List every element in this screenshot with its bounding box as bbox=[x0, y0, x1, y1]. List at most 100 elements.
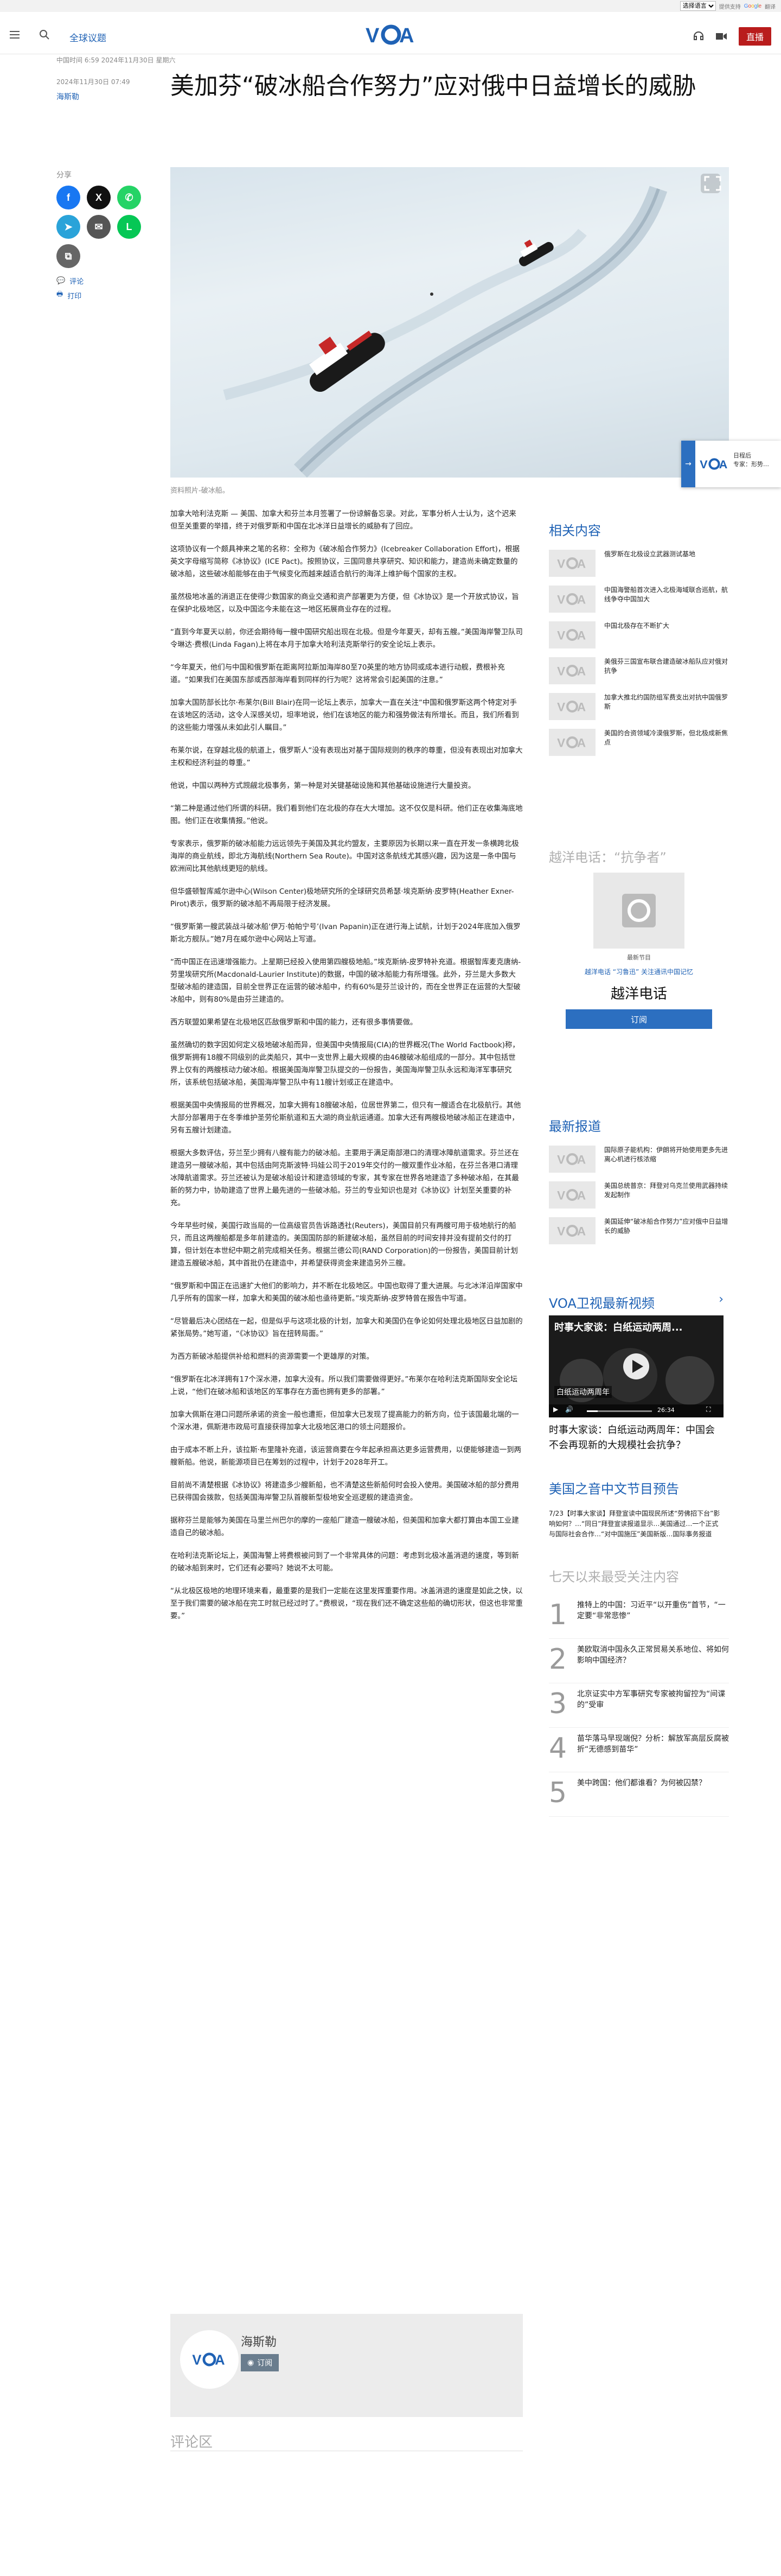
arrow-right-icon[interactable]: → bbox=[681, 441, 695, 487]
email-icon[interactable]: ✉ bbox=[87, 215, 111, 239]
play-icon[interactable]: ▶ bbox=[553, 1405, 558, 1413]
author-card-name[interactable]: 海斯勒 bbox=[241, 2332, 277, 2350]
language-select[interactable]: 选择语言 bbox=[680, 1, 716, 11]
program-box: 最新节目 越洋电话 “习鲁迅” 关注通讯中国记忆 越洋电话 订阅 bbox=[549, 873, 729, 1029]
author-avatar[interactable]: V A bbox=[180, 2330, 239, 2389]
svg-text:A: A bbox=[215, 2352, 225, 2367]
author-subscribe-button[interactable]: ◉ 订阅 bbox=[241, 2354, 279, 2371]
latest-item-text[interactable]: 美国总统普京：拜登对乌克兰使用武器持续发起制作 bbox=[604, 1181, 729, 1200]
video-icon[interactable] bbox=[715, 33, 727, 40]
program-subscribe-button[interactable]: 订阅 bbox=[566, 1009, 712, 1029]
svg-text:A: A bbox=[577, 664, 586, 677]
floating-live-card[interactable]: → VA 日程后 专家：形势… bbox=[681, 441, 781, 487]
article-paragraph: “从北极区极地的地理环境来看，最重要的是我们一定能在这里发挥重要作用。冰盖消退的… bbox=[170, 1587, 523, 1620]
author-link[interactable]: 海斯勒 bbox=[56, 91, 79, 102]
related-item-text[interactable]: 美国的合资领域冷漠俄罗斯，但北极成新焦点 bbox=[604, 729, 729, 747]
top-item-text[interactable]: 美中跨国：他们都谁看？为何被囚禁？ bbox=[577, 1778, 706, 1789]
related-item[interactable]: V A 中国北极存在不断扩大 bbox=[549, 621, 729, 657]
related-item-text[interactable]: 中国北极存在不断扩大 bbox=[604, 621, 669, 631]
google-logo: Google bbox=[744, 3, 761, 9]
related-item[interactable]: V A 美俄芬三国宣布联合建造破冰船队应对俄对抗争 bbox=[549, 657, 729, 693]
video-player[interactable]: 时事大家谈：白纸运动两周... 白纸运动两周年 26:34 ▶ 🔊 ⛶ bbox=[549, 1315, 724, 1417]
share-panel: 分享 f X ✆ ➤ ✉ L ⧉ 💬 评论 🖶 打印 bbox=[56, 169, 143, 301]
top-item-text[interactable]: 推特上的中国：习近平“以开重伤”首节，“一定要“非常悲惨” bbox=[577, 1600, 729, 1621]
publish-date: 2024年11月30日 07:49 bbox=[56, 78, 130, 86]
article-paragraph: 由于成本不断上升，该拉斯·布里隆补充道，该运营商要在今年起承担高达更多运营费用，… bbox=[170, 1446, 522, 1467]
thumbnail[interactable]: VA bbox=[549, 550, 596, 577]
top-item-text[interactable]: 美欧取消中国永久正常贸易关系地位、将如何影响中国经济？ bbox=[577, 1644, 729, 1666]
video-title[interactable]: 时事大家谈：白纸运动两周年：中国会不会再现新的大规模社会抗争？ bbox=[549, 1423, 724, 1453]
menu-icon[interactable] bbox=[10, 31, 20, 39]
thumbnail[interactable]: VA bbox=[549, 657, 596, 684]
print-link[interactable]: 🖶 打印 bbox=[56, 289, 143, 301]
svg-text:V: V bbox=[700, 457, 708, 470]
thumbnail[interactable]: VA bbox=[549, 1217, 596, 1244]
thumbnail[interactable]: VA bbox=[549, 693, 596, 720]
program-title[interactable]: 越洋电话：“抗争者” bbox=[549, 847, 729, 866]
related-item-text[interactable]: 中国海警船首次进入北极海域联合巡航，航线争夺中国加大 bbox=[604, 586, 729, 604]
top-section-header: 七天以来最受关注内容 bbox=[549, 1566, 729, 1596]
program-caption: 最新节目 bbox=[627, 954, 651, 961]
volume-icon[interactable]: 🔊 bbox=[565, 1405, 573, 1413]
icebreaker-photo bbox=[223, 174, 721, 478]
podcast-icon bbox=[622, 894, 656, 927]
article-paragraph: 据称芬兰是能够为美国在马里兰州巴尔的摩的一座船厂建造一艘破冰船，但美国和加拿大都… bbox=[170, 1517, 519, 1537]
program-links[interactable]: 越洋电话 “习鲁迅” 关注通讯中国记忆 bbox=[549, 967, 729, 976]
latest-item[interactable]: V A 美国延伸“破冰船合作努力”应对俄中日益增长的威胁 bbox=[549, 1217, 729, 1253]
top-item-text[interactable]: 北京证实中方军事研究专家被拘留控为“间谍的”受审 bbox=[577, 1689, 729, 1710]
whatsapp-icon[interactable]: ✆ bbox=[117, 186, 141, 209]
audio-icon[interactable] bbox=[693, 31, 704, 41]
thumbnail[interactable]: VA bbox=[549, 586, 596, 613]
latest-item[interactable]: V A 国际原子能机构：伊朗将开始使用更多先进离心机进行核浓缩 bbox=[549, 1146, 729, 1181]
line-icon[interactable]: L bbox=[117, 215, 141, 239]
top-item[interactable]: 1 推特上的中国：习近平“以开重伤”首节，“一定要“非常悲惨” bbox=[549, 1594, 729, 1639]
episode-section-header: 美国之音中文节目预告 bbox=[549, 1478, 729, 1508]
related-item-text[interactable]: 俄罗斯在北极设立武器测试基地 bbox=[604, 550, 695, 559]
related-item[interactable]: V A 加拿大推北约国防组军费支出对抗中国俄罗斯 bbox=[549, 693, 729, 729]
copy-link-icon[interactable]: ⧉ bbox=[56, 244, 80, 268]
latest-item-text[interactable]: 美国延伸“破冰船合作努力”应对俄中日益增长的威胁 bbox=[604, 1217, 729, 1236]
related-item[interactable]: V A 美国的合资领域冷漠俄罗斯，但北极成新焦点 bbox=[549, 729, 729, 765]
float-logo: VA bbox=[695, 441, 733, 487]
latest-item[interactable]: V A 美国总统普京：拜登对乌克兰使用武器持续发起制作 bbox=[549, 1181, 729, 1217]
video-subtitle: 白纸运动两周年 bbox=[554, 1386, 612, 1398]
author-card: V A 海斯勒 ◉ 订阅 bbox=[170, 2314, 523, 2417]
top-item[interactable]: 2 美欧取消中国永久正常贸易关系地位、将如何影响中国经济？ bbox=[549, 1639, 729, 1683]
fullscreen-icon[interactable]: ⛶ bbox=[706, 1405, 710, 1414]
section-link[interactable]: 全球议题 bbox=[69, 30, 106, 44]
article-paragraph: 在哈利法克斯论坛上，美国海警上将费根被问到了一个非常具体的问题：考虑到北极冰盖消… bbox=[170, 1552, 519, 1573]
article-paragraph: “俄罗斯和中国正在迅速扩大他们的影响力，并不断在北极地区。中国也取得了重大进展。… bbox=[170, 1282, 523, 1303]
float-text-2: 专家：形势… bbox=[733, 461, 769, 468]
article-headline: 美加芬“破冰船合作努力”应对俄中日益增长的威胁 bbox=[170, 72, 696, 100]
top-item[interactable]: 5 美中跨国：他们都谁看？为何被囚禁？ bbox=[549, 1772, 729, 1817]
related-title: 相关内容 bbox=[549, 523, 601, 538]
rank-number: 2 bbox=[549, 1643, 567, 1676]
live-button[interactable]: 直播 bbox=[738, 27, 771, 46]
search-icon[interactable] bbox=[39, 29, 50, 40]
x-icon[interactable]: X bbox=[87, 186, 111, 209]
comment-link[interactable]: 💬 评论 bbox=[56, 276, 143, 286]
facebook-icon[interactable]: f bbox=[56, 186, 80, 209]
thumbnail[interactable]: VA bbox=[549, 621, 596, 648]
thumbnail[interactable]: VA bbox=[549, 1146, 596, 1173]
thumbnail[interactable]: VA bbox=[549, 1181, 596, 1209]
article-paragraph: 加拿大哈利法克斯 — 美国、加拿大和芬兰本月签署了一份谅解备忘录。对此，军事分析… bbox=[170, 510, 516, 531]
program-thumbnail[interactable] bbox=[593, 873, 684, 949]
svg-text:A: A bbox=[577, 1153, 586, 1166]
episode-title[interactable]: 美国之音中文节目预告 bbox=[549, 1478, 729, 1497]
latest-item-text[interactable]: 国际原子能机构：伊朗将开始使用更多先进离心机进行核浓缩 bbox=[604, 1146, 729, 1164]
thumbnail[interactable]: VA bbox=[549, 729, 596, 756]
top-item-text[interactable]: 苗华落马早现端倪？分析：解放军高层反腐被折“无德感到苗华” bbox=[577, 1733, 729, 1755]
top-item[interactable]: 3 北京证实中方军事研究专家被拘留控为“间谍的”受审 bbox=[549, 1683, 729, 1728]
article-paragraph: 虽然确切的数字因如何定义极地破冰船而异，但美国中央情报局(CIA)的世界概况(T… bbox=[170, 1041, 520, 1087]
related-item[interactable]: V A 俄罗斯在北极设立武器测试基地 bbox=[549, 550, 729, 586]
voa-logo[interactable]: V A bbox=[364, 24, 418, 46]
voa-avatar-logo: V A bbox=[192, 2352, 225, 2367]
video-section-title[interactable]: VOA卫视最新视频 bbox=[549, 1293, 655, 1312]
related-item-text[interactable]: 美俄芬三国宣布联合建造破冰船队应对俄对抗争 bbox=[604, 657, 729, 676]
comments-title: 评论区 bbox=[170, 2434, 213, 2451]
related-item-text[interactable]: 加拿大推北约国防组军费支出对抗中国俄罗斯 bbox=[604, 693, 729, 711]
related-item[interactable]: V A 中国海警船首次进入北极海域联合巡航，航线争夺中国加大 bbox=[549, 586, 729, 621]
telegram-icon[interactable]: ➤ bbox=[56, 215, 80, 239]
top-item[interactable]: 4 苗华落马早现端倪？分析：解放军高层反腐被折“无德感到苗华” bbox=[549, 1728, 729, 1772]
